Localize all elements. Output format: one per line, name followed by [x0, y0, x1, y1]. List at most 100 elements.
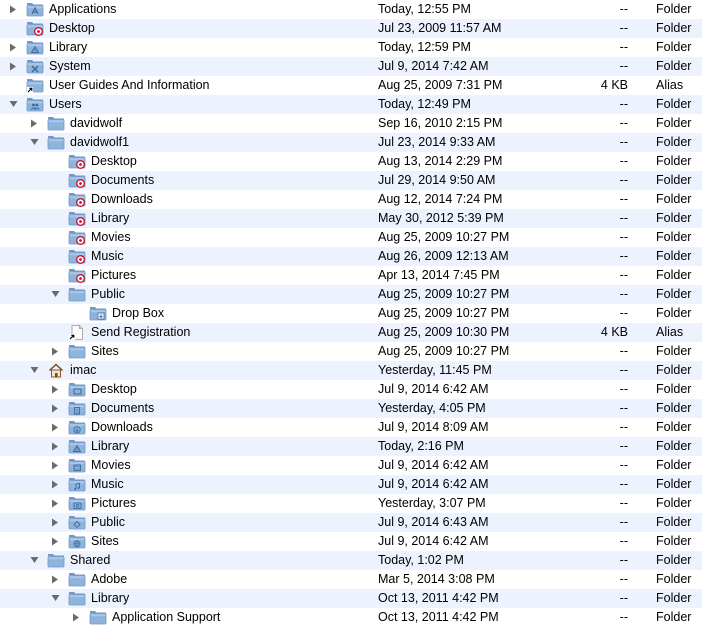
list-row[interactable]: Music Jul 9, 2014 6:42 AM -- Folder	[0, 475, 702, 494]
item-size: --	[619, 287, 628, 301]
list-row[interactable]: Send Registration Aug 25, 2009 10:30 PM 4 …	[0, 323, 702, 342]
item-kind: Alias	[656, 325, 684, 339]
restricted-folder-icon	[68, 211, 86, 226]
users-folder-icon	[26, 97, 44, 112]
list-row[interactable]: User Guides And Information Aug 25, 2009 …	[0, 76, 702, 95]
list-row[interactable]: Music Aug 26, 2009 12:13 AM -- Folder	[0, 247, 702, 266]
list-row[interactable]: Pictures Yesterday, 3:07 PM -- Folder	[0, 494, 702, 513]
home-icon	[47, 363, 65, 378]
list-row[interactable]: Movies Aug 25, 2009 10:27 PM -- Folder	[0, 228, 702, 247]
item-kind: Folder	[656, 173, 692, 187]
restricted-folder-icon	[68, 249, 86, 264]
disclosure-triangle-open-icon[interactable]	[50, 285, 62, 304]
list-row[interactable]: Desktop Jul 23, 2009 11:57 AM -- Folder	[0, 19, 702, 38]
folder-icon	[47, 116, 65, 131]
list-row[interactable]: davidwolf Sep 16, 2010 2:15 PM -- Folder	[0, 114, 702, 133]
item-size: --	[619, 249, 628, 263]
list-row[interactable]: Sites Aug 25, 2009 10:27 PM -- Folder	[0, 342, 702, 361]
date-modified: Yesterday, 11:45 PM	[378, 363, 492, 377]
list-row[interactable]: Sites Jul 9, 2014 6:42 AM -- Folder	[0, 532, 702, 551]
library-folder-icon	[68, 439, 86, 454]
applications-folder-icon	[26, 2, 44, 17]
list-row[interactable]: Applications Today, 12:55 PM -- Folder	[0, 0, 702, 19]
item-size: --	[619, 192, 628, 206]
item-size: --	[619, 439, 628, 453]
item-name: Send Registration	[91, 325, 191, 339]
item-name: Library	[91, 439, 130, 453]
restricted-folder-icon	[68, 230, 86, 245]
disclosure-triangle-closed-icon[interactable]	[8, 57, 20, 76]
system-folder-icon	[26, 59, 44, 74]
item-kind: Folder	[656, 572, 692, 586]
disclosure-triangle-closed-icon[interactable]	[50, 475, 62, 494]
list-row[interactable]: Adobe Mar 5, 2014 3:08 PM -- Folder	[0, 570, 702, 589]
list-row[interactable]: Users Today, 12:49 PM -- Folder	[0, 95, 702, 114]
date-modified: Today, 2:16 PM	[378, 439, 464, 453]
item-kind: Folder	[656, 496, 692, 510]
disclosure-triangle-closed-icon[interactable]	[50, 342, 62, 361]
list-row[interactable]: Downloads Aug 12, 2014 7:24 PM -- Folder	[0, 190, 702, 209]
alias-folder-icon	[26, 78, 44, 93]
item-name: Users	[49, 97, 82, 111]
item-kind: Folder	[656, 154, 692, 168]
disclosure-triangle-closed-icon[interactable]	[8, 0, 20, 19]
disclosure-triangle-closed-icon[interactable]	[50, 570, 62, 589]
item-size: --	[619, 458, 628, 472]
item-kind: Folder	[656, 401, 692, 415]
disclosure-triangle-closed-icon[interactable]	[50, 456, 62, 475]
item-name: Music	[91, 249, 124, 263]
finder-list-view: Applications Today, 12:55 PM -- Folder Deskt…	[0, 0, 702, 630]
list-row[interactable]: Movies Jul 9, 2014 6:42 AM -- Folder	[0, 456, 702, 475]
item-name: Downloads	[91, 192, 153, 206]
disclosure-triangle-closed-icon[interactable]	[50, 494, 62, 513]
item-kind: Folder	[656, 306, 692, 320]
item-size: --	[619, 21, 628, 35]
item-kind: Folder	[656, 135, 692, 149]
disclosure-triangle-closed-icon[interactable]	[29, 114, 41, 133]
disclosure-triangle-closed-icon[interactable]	[50, 418, 62, 437]
disclosure-triangle-closed-icon[interactable]	[71, 608, 83, 627]
item-size: --	[619, 59, 628, 73]
disclosure-triangle-open-icon[interactable]	[29, 133, 41, 152]
disclosure-triangle-closed-icon[interactable]	[50, 532, 62, 551]
library-folder-icon	[26, 40, 44, 55]
disclosure-triangle-open-icon[interactable]	[50, 589, 62, 608]
item-kind: Folder	[656, 116, 692, 130]
disclosure-triangle-open-icon[interactable]	[29, 361, 41, 380]
disclosure-triangle-closed-icon[interactable]	[50, 399, 62, 418]
disclosure-triangle-open-icon[interactable]	[29, 551, 41, 570]
list-row[interactable]: Library May 30, 2012 5:39 PM -- Folder	[0, 209, 702, 228]
disclosure-triangle-open-icon[interactable]	[8, 95, 20, 114]
list-row[interactable]: Public Aug 25, 2009 10:27 PM -- Folder	[0, 285, 702, 304]
list-row[interactable]: Documents Yesterday, 4:05 PM -- Folder	[0, 399, 702, 418]
item-kind: Folder	[656, 610, 692, 624]
disclosure-triangle-closed-icon[interactable]	[50, 513, 62, 532]
list-row[interactable]: Library Today, 12:59 PM -- Folder	[0, 38, 702, 57]
list-row[interactable]: imac Yesterday, 11:45 PM -- Folder	[0, 361, 702, 380]
list-row[interactable]: davidwolf1 Jul 23, 2014 9:33 AM -- Folder	[0, 133, 702, 152]
list-row[interactable]: Library Oct 13, 2011 4:42 PM -- Folder	[0, 589, 702, 608]
list-row[interactable]: Desktop Aug 13, 2014 2:29 PM -- Folder	[0, 152, 702, 171]
list-row[interactable]: System Jul 9, 2014 7:42 AM -- Folder	[0, 57, 702, 76]
item-name: Shared	[70, 553, 111, 567]
list-row[interactable]: Shared Today, 1:02 PM -- Folder	[0, 551, 702, 570]
list-row[interactable]: Desktop Jul 9, 2014 6:42 AM -- Folder	[0, 380, 702, 399]
item-name: Pictures	[91, 268, 137, 282]
item-size: --	[619, 515, 628, 529]
disclosure-triangle-closed-icon[interactable]	[50, 380, 62, 399]
item-kind: Folder	[656, 382, 692, 396]
disclosure-triangle-closed-icon[interactable]	[8, 38, 20, 57]
disclosure-triangle-closed-icon[interactable]	[50, 437, 62, 456]
item-size: --	[619, 572, 628, 586]
list-row[interactable]: Library Today, 2:16 PM -- Folder	[0, 437, 702, 456]
date-modified: Aug 25, 2009 10:30 PM	[378, 325, 510, 339]
list-row[interactable]: Application Support Oct 13, 2011 4:42 PM -…	[0, 608, 702, 627]
list-row[interactable]: Pictures Apr 13, 2014 7:45 PM -- Folder	[0, 266, 702, 285]
item-name: Public	[91, 287, 126, 301]
list-row[interactable]: Public Jul 9, 2014 6:43 AM -- Folder	[0, 513, 702, 532]
item-size: --	[619, 363, 628, 377]
list-row[interactable]: Drop Box Aug 25, 2009 10:27 PM -- Folder	[0, 304, 702, 323]
list-row[interactable]: Downloads Jul 9, 2014 8:09 AM -- Folder	[0, 418, 702, 437]
list-row[interactable]: Documents Jul 29, 2014 9:50 AM -- Folder	[0, 171, 702, 190]
item-size: --	[619, 2, 628, 16]
